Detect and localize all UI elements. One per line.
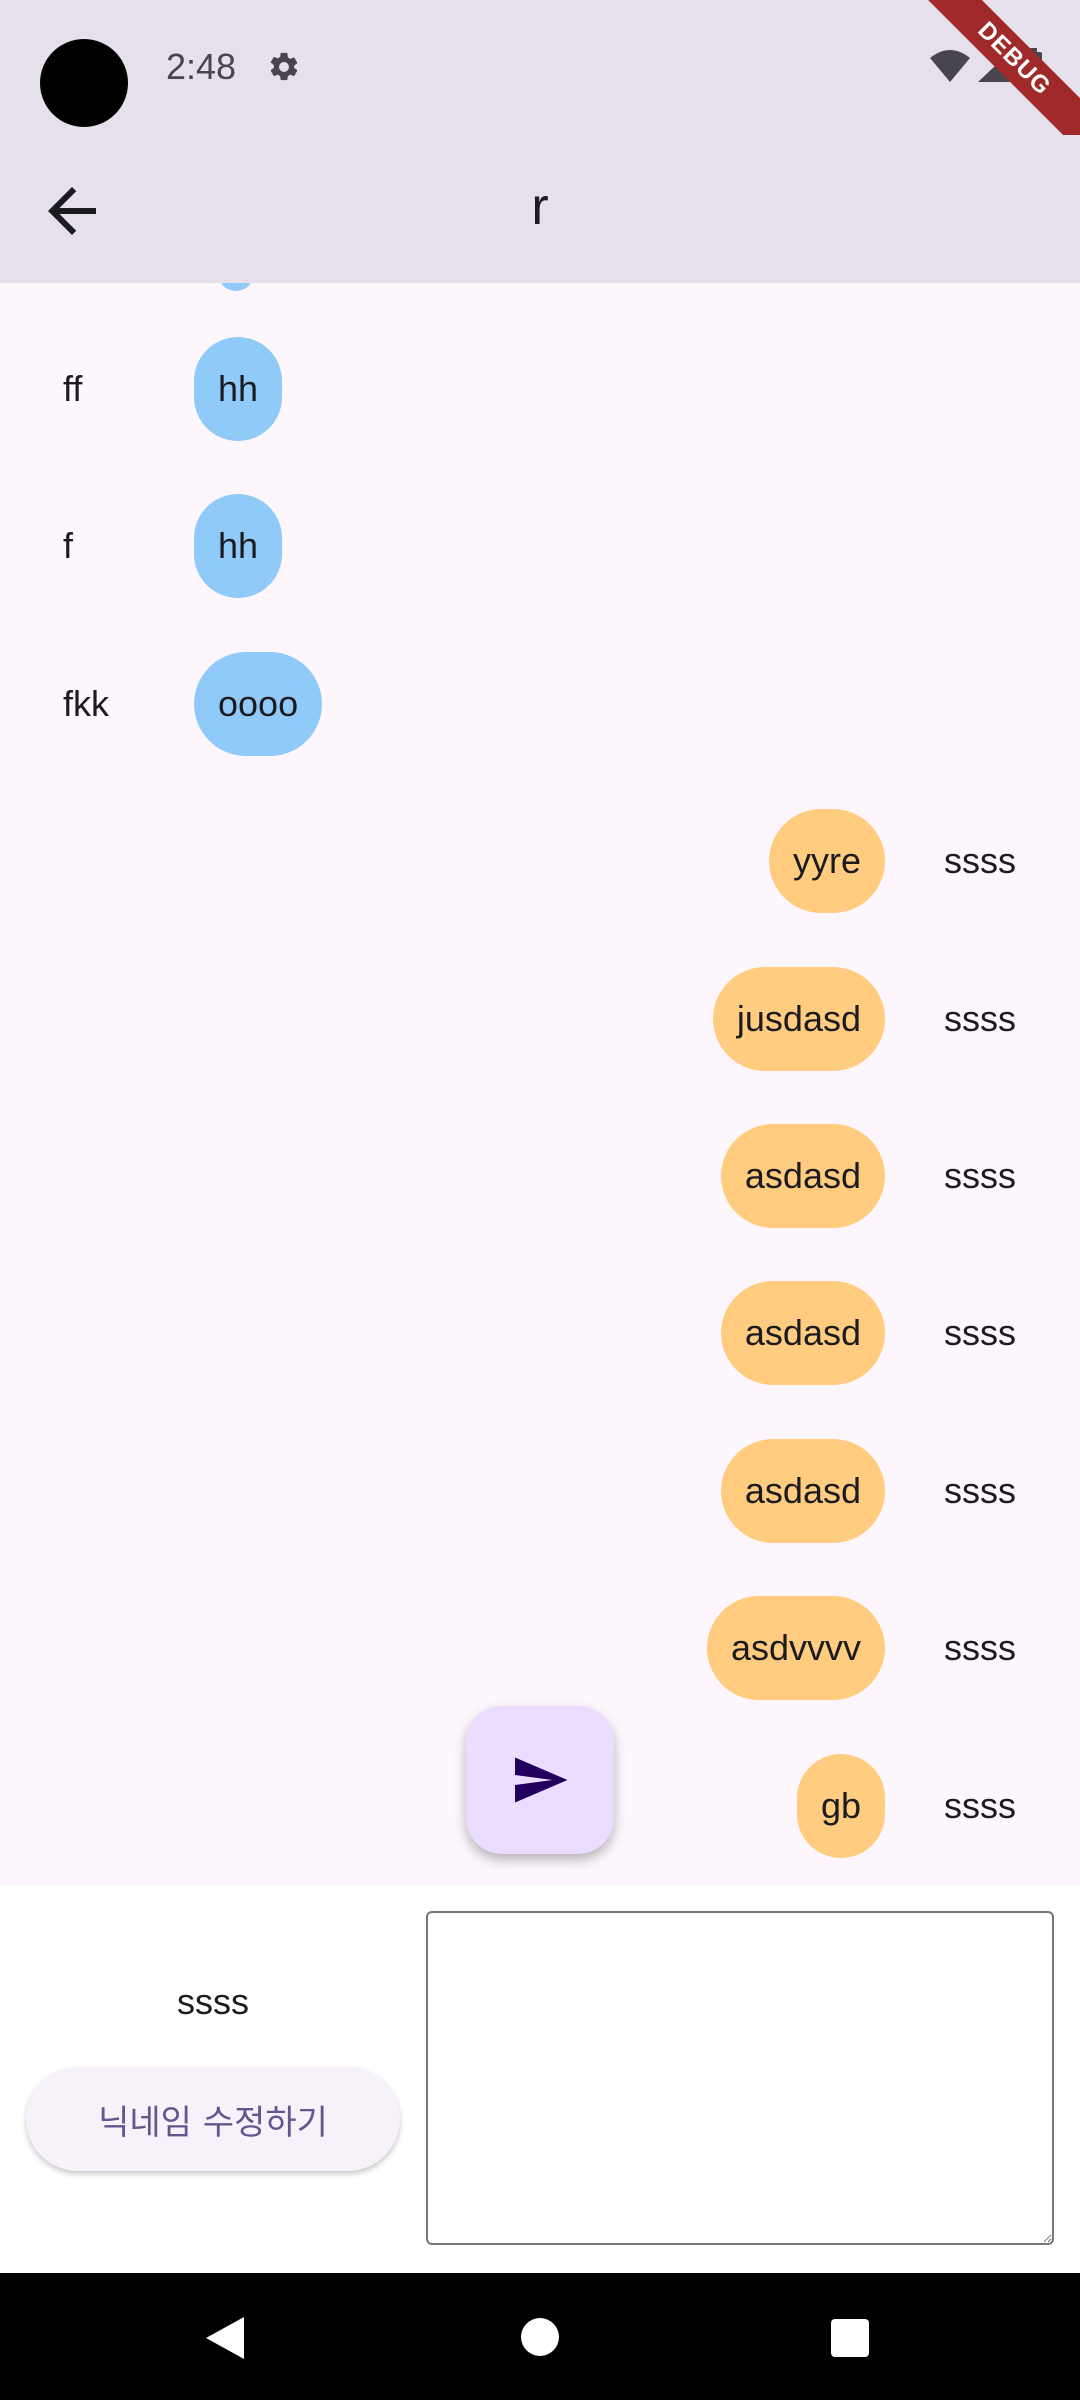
message-list[interactable]: ff hh f hh fkk oooo yyre ssss jusdasd ss… xyxy=(0,283,1080,1885)
edit-nickname-button[interactable]: 닉네임 수정하기 xyxy=(26,2067,400,2171)
message-nickname: ssss xyxy=(944,1470,1016,1511)
app-bar: r xyxy=(0,135,1080,283)
message-nickname: ssss xyxy=(944,1627,1016,1668)
message-bubble: asdasd xyxy=(720,1281,885,1385)
wifi-icon xyxy=(930,50,970,82)
page-title: r xyxy=(531,178,549,236)
message-nickname: fkk xyxy=(63,683,110,724)
nav-back-icon[interactable] xyxy=(204,2315,246,2361)
message-bubble: hh xyxy=(194,337,283,441)
status-time: 2:48 xyxy=(166,46,237,87)
system-nav-bar xyxy=(0,2273,1080,2400)
message-bubble: gb xyxy=(796,1754,885,1858)
composer-panel: ssss 닉네임 수정하기 xyxy=(0,1885,1080,2273)
nav-recents-icon[interactable] xyxy=(830,2318,870,2358)
my-nickname: ssss xyxy=(177,1981,249,2022)
message-bubble: hh xyxy=(194,494,283,598)
send-icon xyxy=(515,1757,568,1803)
send-button[interactable] xyxy=(466,1706,614,1854)
camera-cutout xyxy=(40,39,128,127)
clipped-message-bubble xyxy=(218,283,254,291)
message-bubble: asdvvvv xyxy=(706,1596,885,1700)
message-nickname: f xyxy=(63,525,74,566)
message-bubble: oooo xyxy=(194,652,323,756)
message-bubble: yyre xyxy=(768,809,885,913)
message-input[interactable] xyxy=(426,1911,1054,2245)
gear-icon xyxy=(270,52,298,81)
message-nickname: ff xyxy=(63,368,83,409)
nav-home-icon[interactable] xyxy=(520,2317,560,2357)
message-bubble: asdasd xyxy=(720,1439,885,1543)
message-nickname: ssss xyxy=(944,1785,1016,1826)
message-bubble: jusdasd xyxy=(712,967,885,1071)
message-nickname: ssss xyxy=(944,1155,1016,1196)
message-nickname: ssss xyxy=(944,840,1016,881)
status-bar: 2:48 DEBUG xyxy=(0,0,1080,165)
message-nickname: ssss xyxy=(944,998,1016,1039)
message-nickname: ssss xyxy=(944,1312,1016,1353)
message-bubble: asdasd xyxy=(720,1124,885,1228)
